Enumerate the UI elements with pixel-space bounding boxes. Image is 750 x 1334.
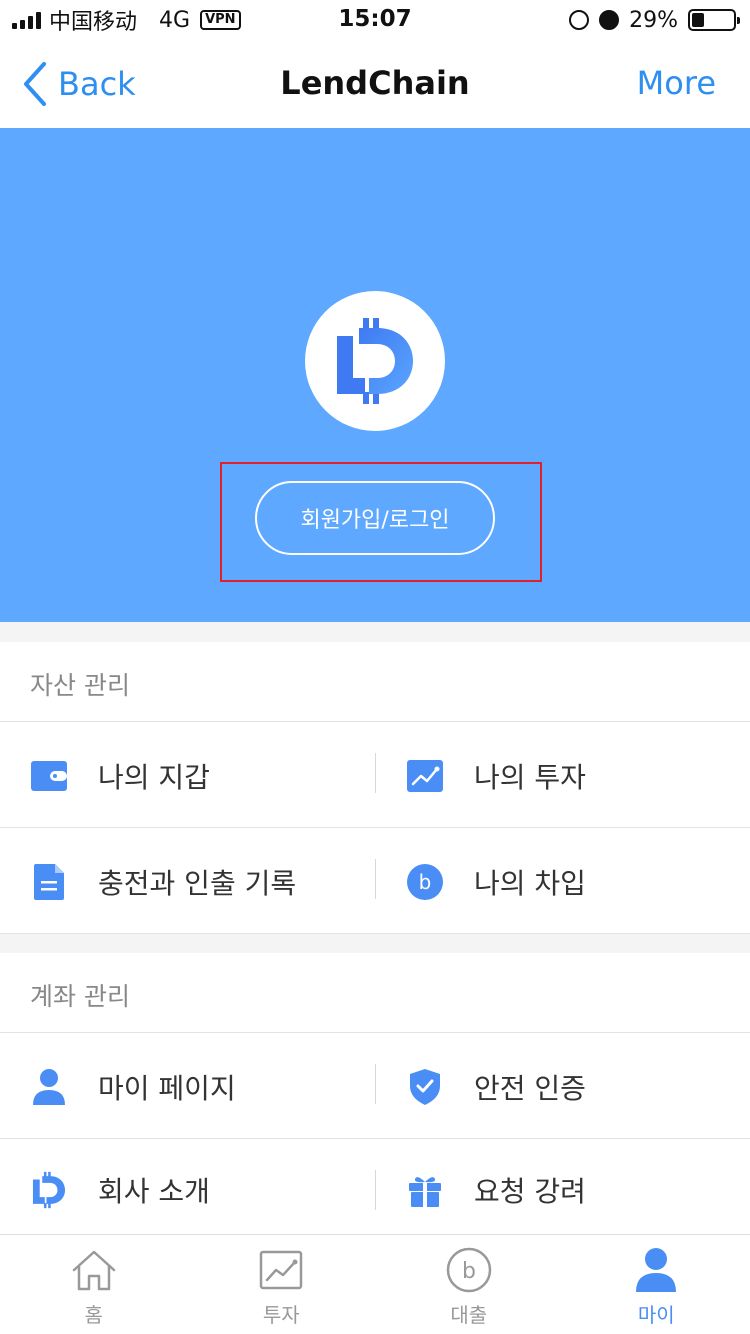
lendchain-logo-icon [30, 1171, 68, 1209]
wallet-icon [30, 757, 68, 795]
navigation-bar: Back LendChain More [0, 40, 750, 128]
tab-loan[interactable]: b 대출 [375, 1235, 563, 1334]
menu-label: 나의 지갑 [98, 760, 210, 794]
tab-label: 투자 [262, 1303, 300, 1327]
tab-invest[interactable]: 투자 [188, 1235, 376, 1334]
tab-bar: 홈 투자 b 대출 마이 [0, 1234, 750, 1334]
menu-label: 안전 인증 [474, 1071, 586, 1105]
menu-row: 나의 지갑 나의 투자 [0, 723, 750, 828]
menu-label: 나의 투자 [474, 760, 586, 794]
lendchain-logo [305, 291, 445, 431]
menu-security-verification[interactable]: 안전 인증 [406, 1034, 726, 1139]
section-gap [0, 934, 750, 953]
tab-label: 홈 [84, 1303, 103, 1327]
menu-label: 나의 차입 [474, 866, 586, 900]
person-icon [30, 1068, 68, 1106]
menu-my-investment[interactable]: 나의 투자 [406, 723, 726, 828]
section-title: 자산 관리 [30, 671, 130, 700]
document-icon [30, 863, 68, 901]
chart-icon [406, 757, 444, 795]
battery-fill [692, 13, 704, 27]
section-title: 계좌 관리 [30, 982, 130, 1011]
menu-my-wallet[interactable]: 나의 지갑 [30, 723, 360, 828]
lendchain-logo-icon [337, 318, 413, 404]
profile-header: 회원가입/로그인 [0, 128, 750, 622]
tab-my[interactable]: 마이 [563, 1235, 750, 1334]
person-icon [633, 1247, 679, 1293]
menu-label: 요청 강려 [474, 1175, 586, 1208]
menu-company-intro[interactable]: 회사 소개 [30, 1140, 360, 1240]
menu-row: 회사 소개 요청 강려 [0, 1140, 750, 1234]
battery-percent: 29% [629, 7, 678, 33]
gift-icon [406, 1171, 444, 1209]
menu-my-page[interactable]: 마이 페이지 [30, 1034, 360, 1139]
menu-deposit-withdraw-history[interactable]: 충전과 인출 기록 [30, 829, 360, 934]
divider [375, 859, 376, 899]
section-gap [0, 622, 750, 642]
menu-row: 충전과 인출 기록 b 나의 차입 [0, 829, 750, 934]
svg-text:b: b [462, 1259, 476, 1284]
menu-label: 회사 소개 [98, 1175, 210, 1208]
coin-b-icon: b [406, 863, 444, 901]
menu-label: 마이 페이지 [98, 1071, 236, 1105]
tab-home[interactable]: 홈 [0, 1235, 188, 1334]
menu-label: 충전과 인출 기록 [98, 866, 297, 900]
coin-b-icon: b [446, 1247, 492, 1293]
tab-label: 대출 [450, 1303, 488, 1327]
menu-row: 마이 페이지 안전 인증 [0, 1034, 750, 1139]
divider [375, 1170, 376, 1210]
chart-icon [258, 1247, 304, 1293]
svg-text:b: b [419, 870, 432, 894]
signup-login-button[interactable]: 회원가입/로그인 [255, 481, 495, 555]
more-button[interactable]: More [637, 64, 716, 102]
menu-invite-request[interactable]: 요청 강려 [406, 1140, 726, 1240]
section-header-account: 계좌 관리 [0, 953, 750, 1033]
rotation-lock-icon [569, 10, 590, 30]
shield-check-icon [406, 1068, 444, 1106]
status-bar: 中国移动 4G VPN 15:07 29% [0, 0, 750, 40]
alarm-icon [599, 10, 620, 30]
home-icon [71, 1247, 117, 1293]
divider [375, 1064, 376, 1104]
battery-icon [688, 9, 740, 31]
tab-label: 마이 [637, 1303, 675, 1327]
menu-my-borrowing[interactable]: b 나의 차입 [406, 829, 726, 934]
divider [375, 753, 376, 793]
section-header-asset: 자산 관리 [0, 642, 750, 722]
